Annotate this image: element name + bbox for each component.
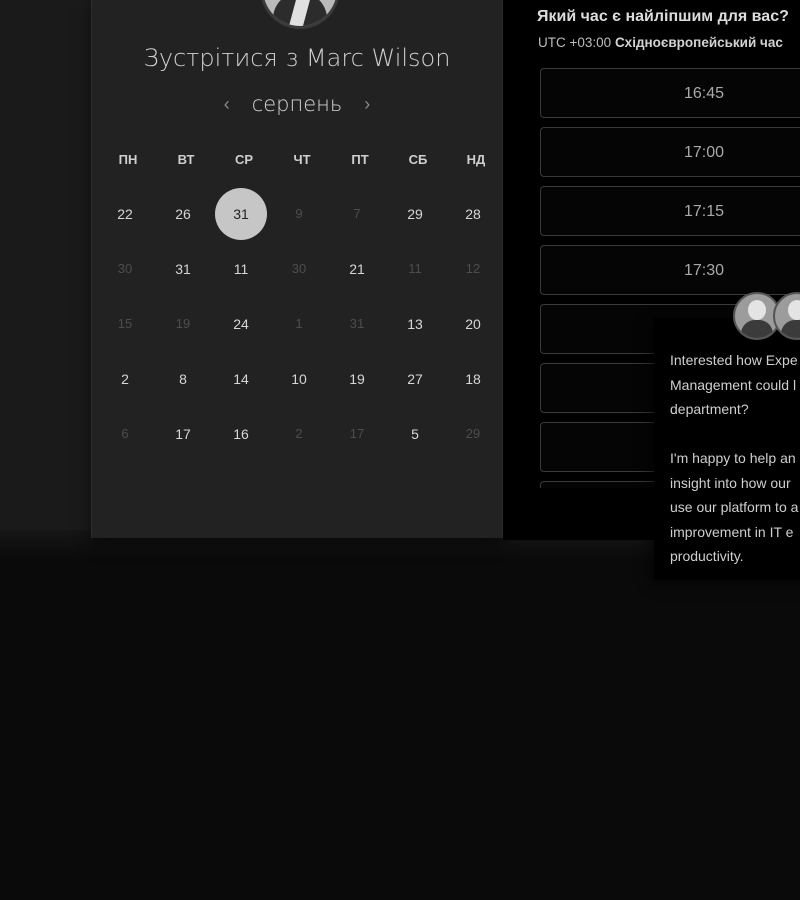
weekday-label: СБ [408,152,428,167]
chat-message-line: Management could l [670,376,797,393]
chat-message-line: insight into how our [670,474,791,491]
calendar-day[interactable]: 29 [389,188,441,240]
chat-message-line: department? [670,401,749,417]
calendar-day[interactable]: 13 [389,298,441,350]
calendar-day: 1 [295,316,303,331]
chat-message: Interested how Expe Management could l dep… [670,348,800,569]
chat-message-line: Interested how Expe [670,352,798,368]
calendar-day[interactable]: 26 [157,188,209,240]
timezone-label[interactable]: UTC +03:00 Східноєвропейський час [538,35,783,50]
time-slot-button[interactable]: 16:45 [540,68,800,118]
calendar-day[interactable]: 27 [389,353,441,405]
time-slot-button[interactable]: 17:15 [540,186,800,236]
meeting-title: Зустрітися з Marc Wilson [143,44,451,72]
calendar-day[interactable]: 8 [157,353,209,405]
time-slot-label: 17:15 [683,203,725,220]
calendar-day[interactable]: 14 [215,353,267,405]
calendar-day[interactable]: 16 [215,408,267,460]
calendar-day[interactable]: 10 [273,353,325,405]
calendar-card: Зустрітися з Marc Wilson ‹ серпень › ПН В… [91,0,503,538]
chat-message-line: I'm happy to help an [670,450,796,466]
chat-message-line [670,422,800,447]
calendar-day[interactable]: 11 [215,243,267,295]
weekday-label: ВТ [177,152,195,167]
weekday-label: ПТ [351,152,369,167]
calendar-day[interactable]: 5 [389,408,441,460]
calendar-day[interactable]: 31 [157,243,209,295]
calendar-day[interactable]: 21 [331,243,383,295]
chevron-right-icon[interactable]: › [364,94,370,115]
time-slot-label: 17:00 [683,144,725,161]
calendar-day-selected[interactable]: 31 [215,188,267,240]
weekday-label: ПН [118,152,138,167]
chat-message-line: use our platform to a [670,499,799,515]
month-label: серпень [251,92,343,116]
chevron-left-icon[interactable]: ‹ [224,94,230,115]
calendar-day: 11 [408,261,422,276]
time-slot-button[interactable]: 17:00 [540,127,800,177]
calendar-day[interactable]: 20 [447,298,499,350]
time-slot-label: 16:45 [683,85,725,102]
calendar-day[interactable]: 2 [99,353,151,405]
calendar-day[interactable]: 18 [447,353,499,405]
calendar-day[interactable]: 22 [99,188,151,240]
chat-popup[interactable]: Interested how Expe Management could l dep… [654,318,800,580]
timezone-offset: UTC +03:00 [538,35,612,50]
weekday-label: СР [234,152,254,167]
calendar-day: 19 [175,316,191,331]
calendar-day[interactable]: 17 [157,408,209,460]
calendar-day: 17 [349,426,365,441]
calendar-day: 30 [117,261,133,276]
calendar-day: 7 [353,206,361,221]
timezone-name: Східноєвропейський час [614,35,783,50]
calendar-day: 9 [295,206,303,221]
calendar-day: 29 [465,426,481,441]
time-slot-label: 17:30 [683,262,725,279]
calendar-day: 6 [121,426,129,441]
calendar-day[interactable]: 28 [447,188,499,240]
chat-message-line: improvement in IT e [670,523,794,540]
calendar-day[interactable]: 24 [215,298,267,350]
weekday-label: НД [466,152,486,167]
calendar-day[interactable]: 19 [331,353,383,405]
weekday-header: ПН ВТ СР ЧТ ПТ СБ НД [95,152,505,172]
month-nav: ‹ серпень › [92,92,502,116]
host-avatar [260,0,340,29]
calendar-day: 30 [291,261,307,276]
weekday-label: ЧТ [293,152,311,167]
time-slot-button[interactable]: 17:30 [540,245,800,295]
calendar-day: 12 [465,261,481,276]
time-picker-heading: Який час є найліпшим для вас? [537,8,789,25]
chat-message-line: productivity. [670,548,744,564]
calendar-day: 2 [295,426,303,441]
calendar-day: 15 [117,316,133,331]
calendar-day: 31 [349,316,365,331]
